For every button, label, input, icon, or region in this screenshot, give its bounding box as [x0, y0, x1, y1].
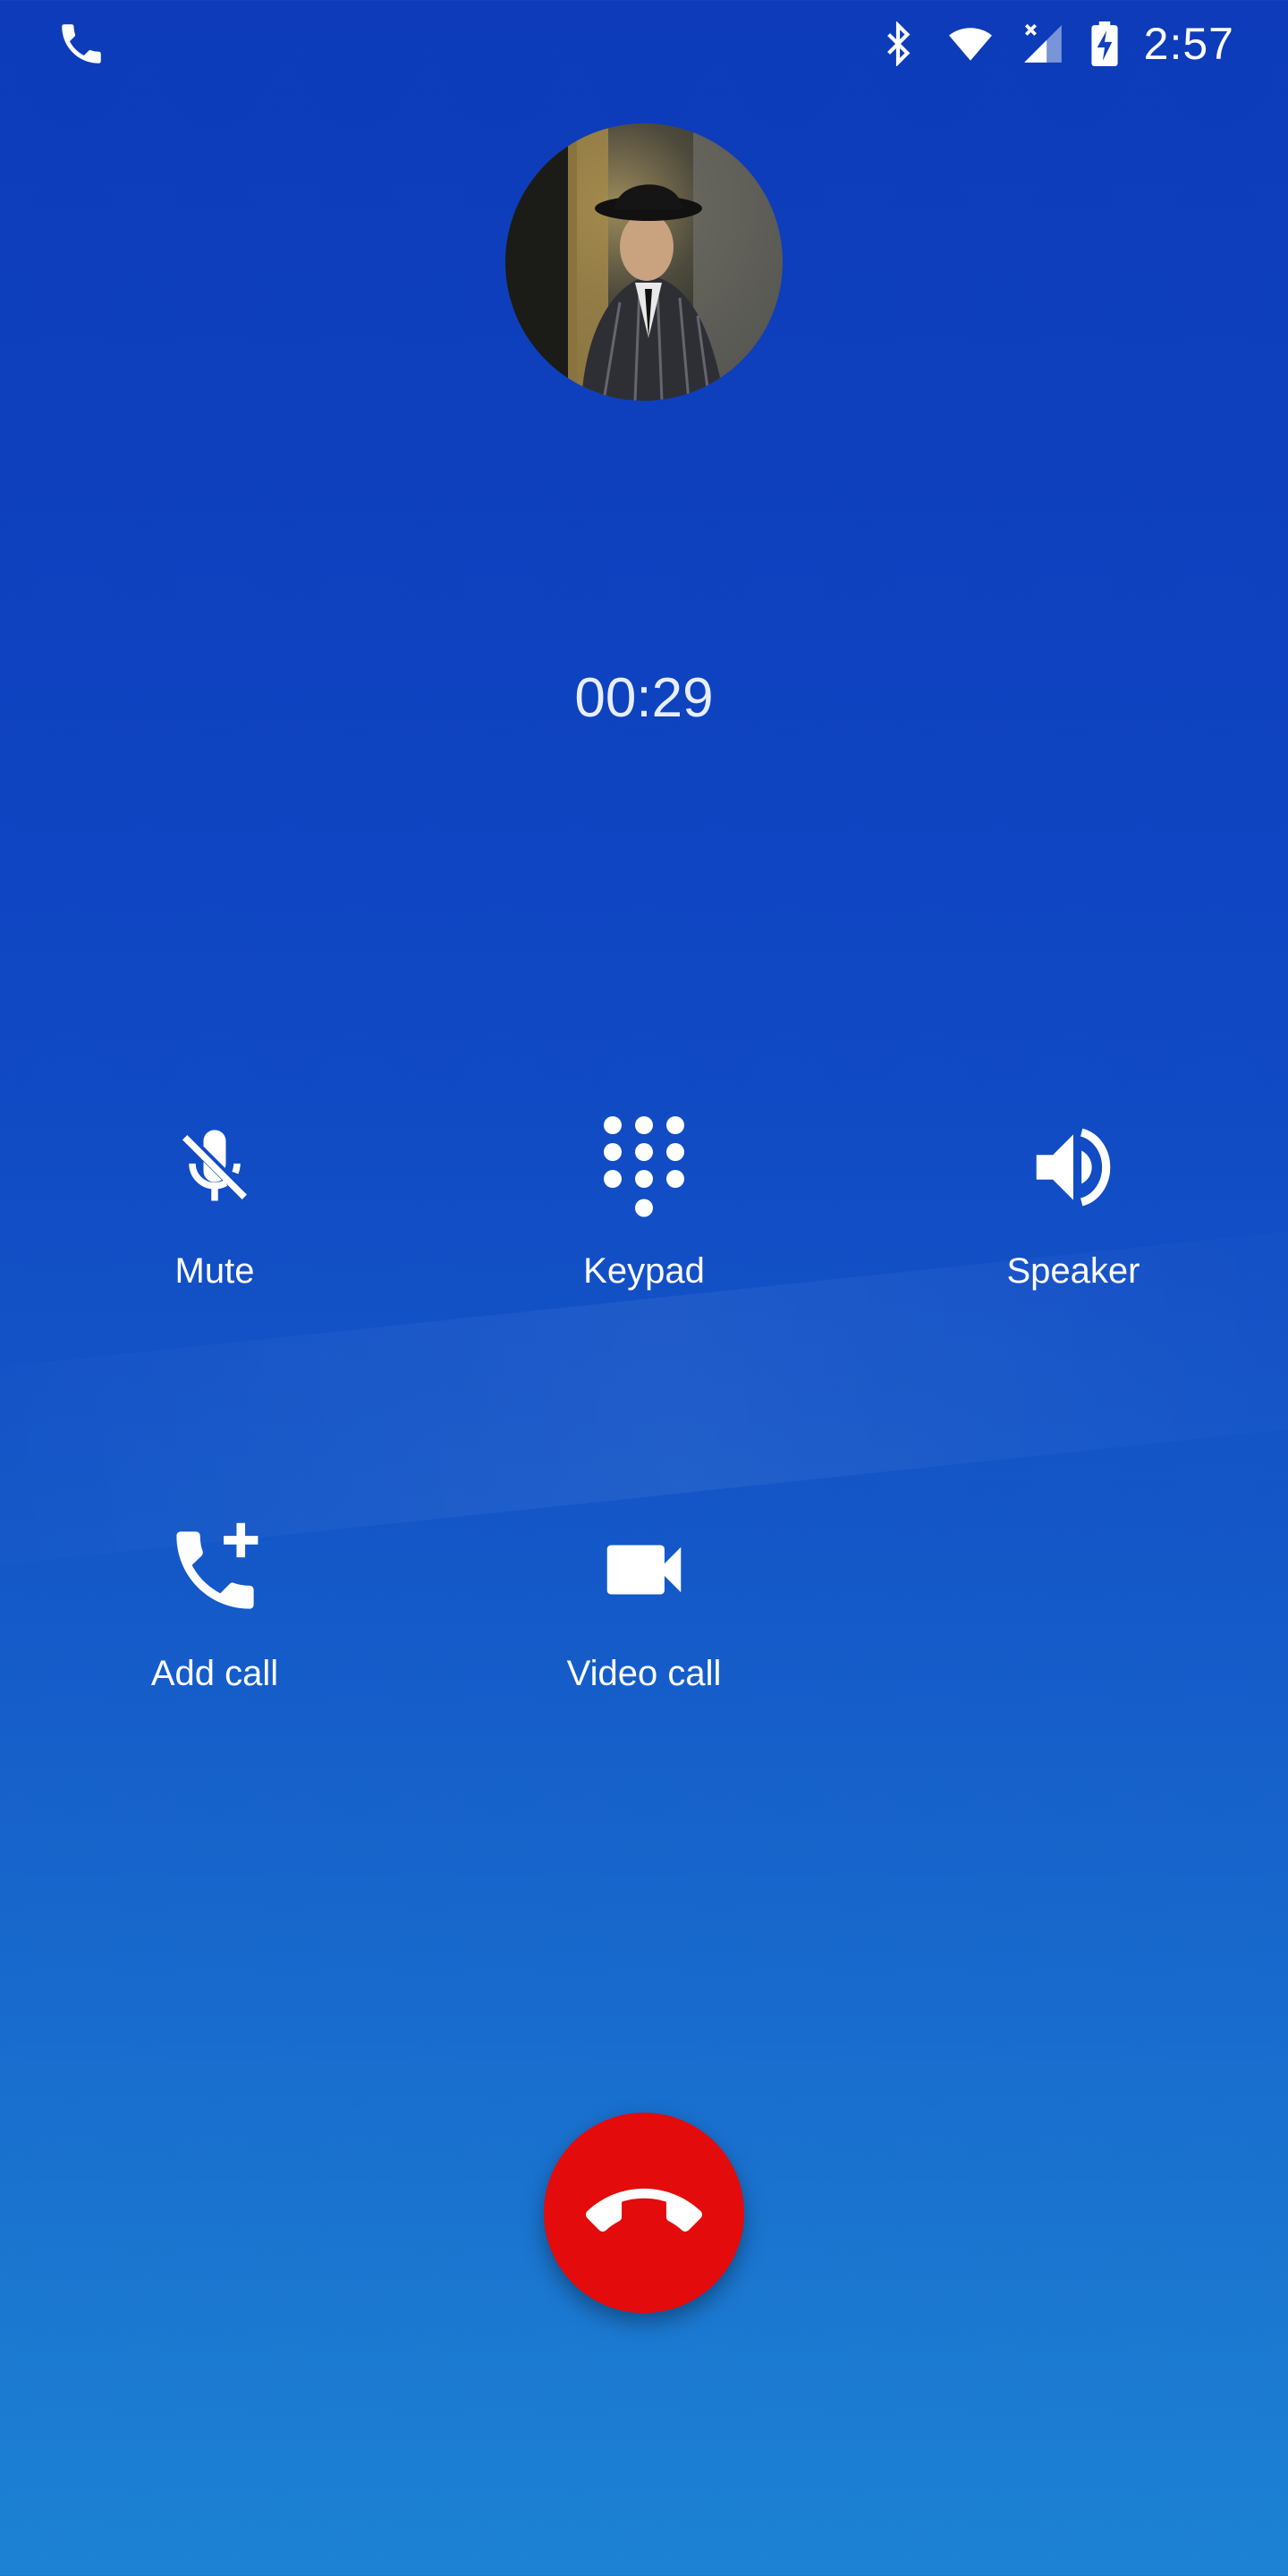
contact-avatar [505, 123, 783, 401]
call-timer: 00:29 [574, 667, 714, 729]
mic-off-icon [182, 1130, 247, 1201]
battery-charging-icon [1091, 21, 1118, 66]
add-call-icon [175, 1522, 258, 1609]
bluetooth-icon [886, 21, 911, 66]
keypad-button[interactable]: Keypad [510, 1105, 778, 1292]
keypad-label: Keypad [583, 1251, 705, 1291]
end-call-button[interactable] [544, 2113, 744, 2313]
add-call-button[interactable]: Add call [80, 1507, 349, 1694]
end-call-icon [586, 2188, 702, 2232]
wifi-icon [948, 28, 992, 61]
speaker-button[interactable]: Speaker [939, 1105, 1208, 1292]
mute-label: Mute [174, 1251, 255, 1291]
status-time: 2:57 [1143, 19, 1234, 69]
add-call-label: Add call [150, 1654, 279, 1693]
status-icons: 2:57 [876, 16, 1234, 72]
video-call-button[interactable]: Video call [510, 1507, 778, 1694]
mute-button[interactable]: Mute [80, 1105, 349, 1292]
status-bar: 2:57 [0, 0, 1288, 86]
dialpad-icon [604, 1115, 684, 1216]
video-call-label: Video call [566, 1654, 722, 1693]
speaker-icon [1036, 1128, 1111, 1207]
cell-signal-icon [1023, 23, 1062, 63]
speaker-label: Speaker [1006, 1251, 1140, 1291]
phone-icon [62, 24, 101, 64]
video-camera-icon [606, 1545, 682, 1595]
